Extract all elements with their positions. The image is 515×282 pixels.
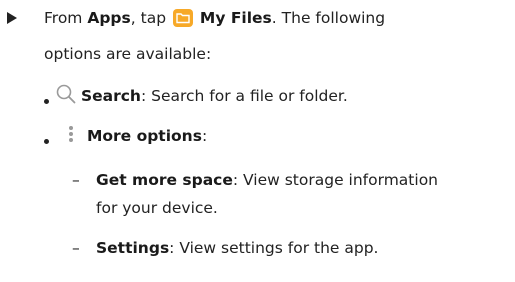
step-line-2: options are available: [44, 45, 212, 63]
my-files-label: My Files [199, 9, 272, 27]
search-label: Search [80, 87, 141, 105]
settings-description: : View settings for the app. [169, 239, 379, 257]
more-options-icon [68, 124, 74, 149]
step-arrow-icon [7, 12, 17, 24]
step-text: . The following [271, 9, 386, 27]
dash-marker: – [72, 171, 80, 189]
dash-marker: – [72, 239, 80, 257]
bullet-dot [44, 139, 49, 144]
get-more-space-description-cont: for your device. [96, 199, 218, 217]
more-options-label: More options [86, 127, 202, 145]
get-more-space-description: : View storage information [232, 171, 439, 189]
subitem-get-more-space: Get more space: View storage information [96, 170, 438, 190]
subitem-settings: Settings: View settings for the app. [96, 238, 378, 258]
more-options-colon: : [201, 127, 208, 145]
apps-label: Apps [87, 9, 131, 27]
list-item-search: Search: Search for a file or folder. [56, 84, 348, 109]
my-files-folder-icon [172, 9, 193, 27]
get-more-space-label: Get more space [96, 171, 233, 189]
step-line-1: From Apps, tap My Files. The following [44, 8, 385, 28]
search-icon [56, 84, 76, 109]
settings-label: Settings [96, 239, 170, 257]
list-item-more-options: More options: [68, 124, 207, 149]
instruction-document: From Apps, tap My Files. The following o… [0, 0, 515, 282]
bullet-dot [44, 99, 49, 104]
step-text: , tap [130, 9, 171, 27]
search-description: : Search for a file or folder. [140, 87, 348, 105]
step-text: From [44, 9, 88, 27]
